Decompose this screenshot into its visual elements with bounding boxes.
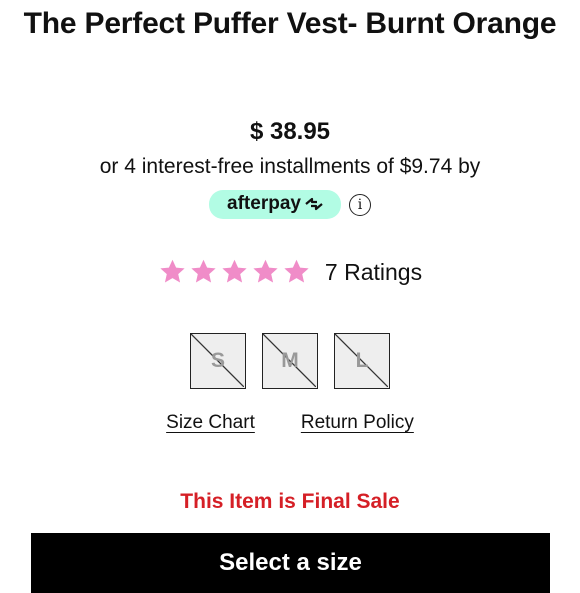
rating-count[interactable]: 7 Ratings	[325, 259, 422, 286]
size-option-m[interactable]: M	[262, 333, 318, 389]
size-label: L	[355, 349, 369, 372]
afterpay-label: afterpay	[227, 193, 301, 214]
product-price: $ 38.95	[249, 118, 331, 145]
size-option-l[interactable]: L	[334, 333, 390, 389]
size-label: S	[210, 349, 225, 372]
star-icon	[189, 258, 218, 286]
afterpay-badge[interactable]: afterpay	[209, 190, 341, 219]
star-icon	[251, 258, 280, 286]
star-icon	[282, 258, 311, 286]
final-sale-notice: This Item is Final Sale	[180, 490, 400, 513]
size-option-s[interactable]: S	[190, 333, 246, 389]
star-icon	[220, 258, 249, 286]
product-title: The Perfect Puffer Vest- Burnt Orange	[23, 7, 557, 40]
info-links: Size Chart Return Policy	[0, 412, 580, 434]
afterpay-arrows-icon	[305, 197, 323, 211]
return-policy-link[interactable]: Return Policy	[301, 412, 414, 434]
star-icon	[158, 258, 187, 286]
size-label: M	[281, 349, 299, 372]
info-icon[interactable]: i	[348, 193, 371, 216]
size-chart-link[interactable]: Size Chart	[166, 412, 255, 434]
rating-row: 7 Ratings	[0, 258, 580, 286]
afterpay-row: afterpay i	[0, 190, 580, 219]
select-size-button[interactable]: Select a size	[31, 533, 550, 593]
size-selector: S M L	[0, 333, 580, 389]
star-rating	[158, 258, 311, 286]
installments-text: or 4 interest-free installments of $9.74…	[99, 155, 481, 178]
